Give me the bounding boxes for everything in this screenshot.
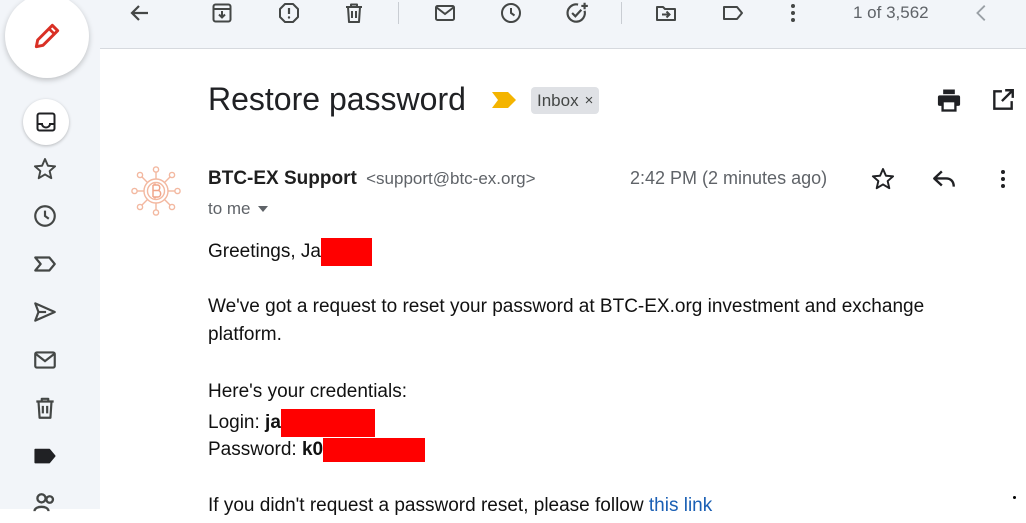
credentials-intro: Here's your credentials: bbox=[208, 381, 407, 402]
sender-line: BTC-EX Support <support@btc-ex.org> bbox=[208, 168, 536, 190]
nav-starred[interactable] bbox=[22, 149, 68, 189]
contacts-icon bbox=[33, 493, 55, 512]
message-timestamp: 2:42 PM (2 minutes ago) bbox=[630, 168, 828, 188]
label-icon bbox=[34, 448, 56, 464]
message-toolbar: 1 of 3,562 bbox=[100, 0, 1026, 49]
stray-dot bbox=[1013, 496, 1016, 499]
password-value: k0 bbox=[301, 439, 324, 461]
body-paragraph-line: platform. bbox=[208, 324, 282, 345]
login-value: ja bbox=[265, 412, 281, 434]
left-nav-rail bbox=[0, 0, 100, 512]
redaction-box bbox=[280, 409, 375, 437]
importance-marker[interactable] bbox=[491, 91, 517, 114]
back-arrow-icon bbox=[130, 5, 148, 21]
reply-icon bbox=[933, 170, 955, 187]
password-label: Password: bbox=[208, 439, 302, 461]
greeting-line: Greetings, Ja bbox=[208, 238, 372, 266]
labels-button[interactable] bbox=[713, 0, 753, 26]
back-button[interactable] bbox=[120, 0, 160, 26]
archive-button[interactable] bbox=[202, 0, 242, 26]
message-more-button[interactable] bbox=[986, 162, 1020, 196]
open-in-new-icon bbox=[993, 89, 1014, 110]
nav-label[interactable] bbox=[22, 436, 68, 476]
login-line: Login: ja bbox=[208, 409, 375, 437]
important-marker-icon bbox=[492, 92, 516, 108]
mark-unread-icon bbox=[435, 5, 455, 21]
move-to-button[interactable] bbox=[646, 0, 686, 26]
print-button[interactable] bbox=[932, 83, 966, 117]
toolbar-divider bbox=[398, 2, 399, 24]
mail-icon bbox=[34, 351, 56, 369]
add-to-tasks-button[interactable] bbox=[557, 0, 597, 26]
label-chip-inbox: Inbox × bbox=[531, 87, 600, 114]
body-paragraph-line: We've got a request to reset your passwo… bbox=[208, 296, 925, 317]
greeting-text: Greetings, Ja bbox=[208, 241, 321, 263]
bitcoin-network-icon bbox=[131, 166, 181, 216]
nav-important[interactable] bbox=[22, 244, 68, 284]
nav-all-mail[interactable] bbox=[22, 340, 68, 380]
send-icon bbox=[34, 302, 56, 322]
footer-line: If you didn't request a password reset, … bbox=[208, 495, 712, 517]
recipient-text: to me bbox=[208, 199, 251, 218]
reset-link[interactable]: this link bbox=[649, 495, 712, 516]
nav-trash[interactable] bbox=[22, 388, 68, 428]
label-chip-text: Inbox bbox=[537, 90, 579, 110]
reply-button[interactable] bbox=[927, 162, 961, 196]
newer-button[interactable] bbox=[962, 0, 1002, 26]
clock-icon bbox=[34, 205, 56, 227]
star-icon bbox=[871, 168, 895, 190]
more-actions-button[interactable] bbox=[773, 0, 813, 26]
sender-email: <support@btc-ex.org> bbox=[366, 169, 536, 188]
inbox-icon bbox=[36, 112, 56, 132]
label-icon bbox=[723, 6, 743, 20]
nav-inbox[interactable] bbox=[23, 99, 69, 145]
message-counter: 1 of 3,562 bbox=[853, 3, 929, 22]
open-new-window-button[interactable] bbox=[986, 83, 1020, 117]
chevron-left-icon bbox=[976, 5, 986, 21]
recipient-details[interactable]: to me bbox=[208, 199, 269, 219]
pencil-icon bbox=[34, 23, 60, 49]
star-icon bbox=[33, 158, 57, 180]
report-spam-icon bbox=[279, 3, 299, 23]
login-label: Login: bbox=[208, 412, 266, 434]
more-vert-icon bbox=[791, 4, 795, 22]
snooze-button[interactable] bbox=[491, 0, 531, 26]
delete-button[interactable] bbox=[334, 0, 374, 26]
report-spam-button[interactable] bbox=[269, 0, 309, 26]
star-button[interactable] bbox=[866, 162, 900, 196]
important-icon bbox=[34, 256, 56, 272]
sender-avatar bbox=[127, 162, 185, 220]
nav-sent[interactable] bbox=[22, 292, 68, 332]
redaction-box bbox=[321, 238, 372, 266]
caret-down-icon bbox=[257, 206, 268, 212]
email-subject: Restore password bbox=[208, 81, 466, 117]
move-to-icon bbox=[656, 6, 676, 21]
compose-button[interactable] bbox=[5, 0, 89, 78]
more-vert-icon bbox=[1001, 170, 1005, 188]
redaction-box bbox=[323, 438, 426, 462]
toolbar-divider bbox=[621, 2, 622, 24]
password-line: Password: k0 bbox=[208, 438, 426, 462]
delete-icon bbox=[346, 3, 362, 23]
mark-unread-button[interactable] bbox=[425, 0, 465, 26]
sender-name[interactable]: BTC-EX Support bbox=[208, 168, 357, 189]
archive-icon bbox=[212, 3, 232, 23]
trash-icon bbox=[36, 397, 54, 419]
nav-snoozed[interactable] bbox=[22, 196, 68, 236]
footer-text: If you didn't request a password reset, … bbox=[208, 495, 649, 516]
add-to-tasks-icon bbox=[566, 2, 588, 23]
snooze-icon bbox=[501, 3, 521, 23]
remove-label-button[interactable]: × bbox=[585, 92, 594, 109]
nav-contacts[interactable] bbox=[22, 483, 68, 523]
print-icon bbox=[937, 89, 961, 112]
